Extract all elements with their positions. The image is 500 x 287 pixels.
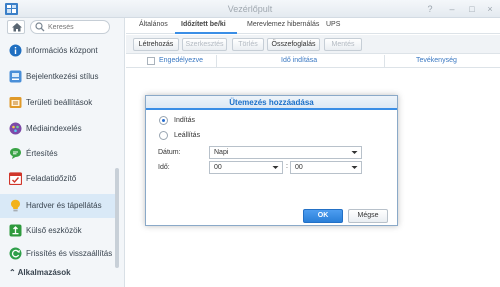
tab-hdd-hibernation[interactable]: Merevlemez hibernálás: [247, 21, 319, 28]
update-restore-icon: [9, 247, 22, 260]
close-icon[interactable]: ×: [484, 3, 496, 15]
sidebar-item-label: Információs központ: [26, 46, 98, 55]
tab-scheduled-power[interactable]: Időzített be/ki: [181, 21, 226, 28]
chevron-down-icon: [351, 166, 358, 169]
sidebar-item-info-center[interactable]: Információs központ: [0, 39, 116, 63]
external-devices-icon: [9, 224, 22, 237]
home-button[interactable]: [7, 20, 25, 34]
chevron-up-icon: ⌃: [9, 268, 16, 277]
column-separator: [216, 55, 217, 68]
summary-button[interactable]: Összefoglalás: [267, 38, 320, 51]
radio-startup-label: Indítás: [174, 117, 196, 124]
save-button[interactable]: Mentés: [324, 38, 362, 51]
hour-select-value: 00: [214, 164, 222, 171]
dialog-title: Ütemezés hozzáadása: [146, 96, 397, 110]
grid-header: Engedélyezve Idő indítása Tevékenység: [126, 55, 500, 68]
search-box[interactable]: [30, 20, 110, 34]
ok-button[interactable]: OK: [303, 209, 343, 223]
search-icon: [35, 22, 45, 32]
sidebar-item-notification[interactable]: Értesítés: [0, 142, 116, 166]
active-tab-indicator: [175, 32, 237, 34]
sidebar-item-external-devices[interactable]: Külső eszközök: [0, 219, 116, 243]
sidebar-item-label: Hardver és tápellátás: [26, 201, 102, 210]
title-bar: Vezérlőpult ? – □ ×: [0, 0, 500, 18]
sidebar-item-label: Frissítés és visszaállítás: [26, 249, 113, 258]
hardware-power-icon: [11, 199, 20, 212]
sidebar-item-hardware-power[interactable]: Hardver és tápellátás: [0, 194, 116, 218]
home-icon: [12, 23, 22, 32]
time-separator: :: [286, 163, 288, 170]
regional-icon: [9, 97, 22, 108]
tab-ups[interactable]: UPS: [326, 21, 340, 28]
radio-startup[interactable]: [159, 116, 168, 125]
chevron-down-icon: [272, 166, 279, 169]
sidebar-item-login-style[interactable]: Bejelentkezési stílus: [0, 65, 116, 89]
hour-select[interactable]: 00: [209, 161, 283, 174]
notification-icon: [10, 148, 21, 159]
section-header-applications[interactable]: ⌃ Alkalmazások: [9, 268, 71, 277]
date-select[interactable]: Napi: [209, 146, 362, 159]
cancel-button[interactable]: Mégse: [348, 209, 388, 223]
radio-shutdown[interactable]: [159, 131, 168, 140]
date-label: Dátum:: [158, 149, 181, 156]
edit-button[interactable]: Szerkesztés: [182, 38, 227, 51]
column-start-time[interactable]: Idő indítása: [281, 57, 317, 64]
date-select-value: Napi: [214, 149, 229, 156]
minimize-icon[interactable]: –: [446, 3, 458, 15]
sidebar-item-label: Területi beállítások: [26, 98, 93, 107]
delete-button[interactable]: Törlés: [232, 38, 264, 51]
sidebar-item-label: Értesítés: [26, 149, 58, 158]
tab-bar: Általános Időzített be/ki Merevlemez hib…: [126, 18, 500, 34]
help-icon[interactable]: ?: [424, 3, 436, 15]
sidebar-item-regional-options[interactable]: Területi beállítások: [0, 91, 116, 115]
sidebar-item-label: Feladatidőzítő: [26, 174, 77, 183]
tab-general[interactable]: Általános: [139, 21, 168, 28]
section-header-label: Alkalmazások: [17, 268, 71, 277]
info-icon: [9, 44, 22, 57]
media-index-icon: [9, 122, 22, 135]
task-scheduler-icon: [9, 172, 22, 185]
create-button[interactable]: Létrehozás: [133, 38, 179, 51]
sidebar-item-task-scheduler[interactable]: Feladatidőzítő: [0, 167, 116, 191]
chevron-down-icon: [351, 151, 358, 154]
time-label: Idő:: [158, 164, 170, 171]
sidebar-item-update-restore[interactable]: Frissítés és visszaállítás: [0, 242, 116, 266]
sidebar-item-label: Külső eszközök: [26, 226, 82, 235]
sidebar-scrollbar[interactable]: [115, 168, 119, 268]
select-all-checkbox[interactable]: [147, 57, 155, 65]
search-input[interactable]: [48, 22, 106, 32]
column-action[interactable]: Tevékenység: [416, 57, 457, 64]
login-style-icon: [9, 70, 22, 83]
minute-select-value: 00: [295, 164, 303, 171]
sidebar-item-label: Bejelentkezési stílus: [26, 72, 99, 81]
toolbar: Létrehozás Szerkesztés Törlés Összefogla…: [126, 35, 500, 54]
column-separator: [384, 55, 385, 68]
column-enabled[interactable]: Engedélyezve: [159, 57, 203, 64]
add-schedule-dialog: Ütemezés hozzáadása Indítás Leállítás Dá…: [145, 95, 398, 226]
minute-select[interactable]: 00: [290, 161, 362, 174]
radio-shutdown-label: Leállítás: [174, 132, 201, 139]
sidebar-item-label: Médiaindexelés: [26, 124, 82, 133]
sidebar-item-media-indexing[interactable]: Médiaindexelés: [0, 117, 116, 141]
sidebar: Információs központ Bejelentkezési stílu…: [0, 18, 125, 287]
maximize-icon[interactable]: □: [466, 3, 478, 15]
